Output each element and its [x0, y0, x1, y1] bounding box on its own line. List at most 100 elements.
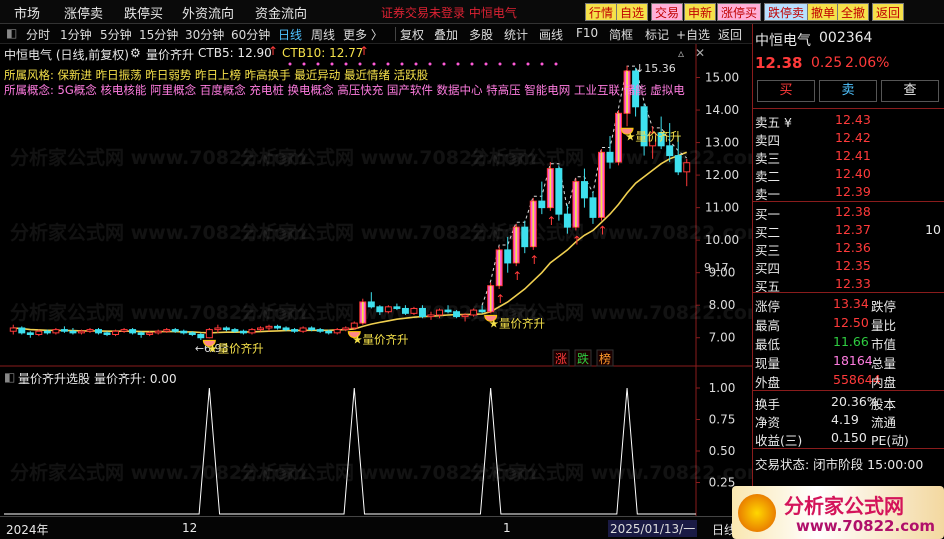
divider	[753, 448, 944, 449]
candle-body	[444, 309, 452, 313]
limit-tag-label: 榜	[599, 351, 611, 366]
add-favorite-button[interactable]: +自选	[676, 26, 710, 43]
candle-body	[43, 330, 51, 334]
candle-body	[35, 330, 43, 335]
bid-row[interactable]: 买五 12.33	[753, 276, 944, 294]
bid-label: 买三	[755, 243, 781, 258]
price-tick-label: 15.00	[705, 71, 739, 85]
stat-value: 18164	[833, 353, 873, 368]
candle-body	[333, 329, 341, 334]
candle-body	[197, 333, 205, 339]
tool-simple[interactable]: 简框	[609, 26, 633, 43]
bid-row[interactable]: 买二 12.37 10	[753, 222, 944, 240]
tool-multi[interactable]: 多股	[469, 26, 493, 43]
period-daily[interactable]: 日线	[278, 26, 302, 43]
period-more[interactable]: 更多 〉	[343, 26, 383, 43]
indicator-name[interactable]: 量价齐升	[146, 46, 194, 63]
sell-button[interactable]: 卖	[819, 80, 877, 102]
period-15min[interactable]: 15分钟	[139, 26, 178, 43]
ask-row[interactable]: 卖二 12.40	[753, 166, 944, 184]
menu-limit-down-buy[interactable]: 跌停买	[124, 3, 163, 22]
collapse-icon[interactable]: ◧	[4, 370, 15, 384]
ask-row[interactable]: 卖五 ¥ 12.43	[753, 112, 944, 130]
kline-chart-area[interactable]: 15.00 14.00 13.00 12.00 11.00 10.00 9.00 8.00 7.…	[0, 44, 767, 516]
tool-adjust[interactable]: 复权	[400, 26, 424, 43]
bid-price: 12.37	[835, 222, 871, 237]
price-tick-label: 11.00	[705, 201, 739, 215]
quick-button-6[interactable]: 撤单	[807, 3, 840, 21]
stat-row: 收益(三) 0.150 PE(动)	[753, 430, 944, 448]
ask-row[interactable]: 卖三 12.41	[753, 148, 944, 166]
ask-price: 12.43	[835, 112, 871, 127]
ask-price: 12.42	[835, 130, 871, 145]
candle-body	[427, 314, 435, 318]
signal-dot	[498, 62, 502, 66]
query-button[interactable]: 查	[881, 80, 939, 102]
tool-f10[interactable]: F10	[576, 26, 598, 40]
collapse-icon[interactable]: ◧	[6, 26, 17, 40]
bid-label: 买二	[755, 225, 781, 240]
signal-dot	[344, 62, 348, 66]
candle-body	[103, 332, 111, 335]
tool-mark[interactable]: 标记	[645, 26, 669, 43]
price-tick-label: 12.00	[705, 168, 739, 182]
back-button[interactable]: 返回	[718, 26, 742, 43]
bid-row[interactable]: 买一 12.38	[753, 204, 944, 222]
quick-button-8[interactable]: 返回	[872, 3, 905, 21]
bid-label: 买四	[755, 261, 781, 276]
sub-indicator-name[interactable]: 量价齐升选股	[18, 370, 90, 387]
stat-key-2: PE(动)	[871, 433, 909, 448]
menu-limit-up-sell[interactable]: 涨停卖	[64, 3, 103, 22]
quick-button-5[interactable]: 跌停卖	[764, 3, 809, 21]
quick-button-2[interactable]: 交易	[651, 3, 684, 21]
ask-row[interactable]: 卖一 12.39	[753, 184, 944, 202]
quick-button-3[interactable]: 申新	[684, 3, 717, 21]
candle-body	[154, 330, 162, 334]
candle-body	[129, 329, 137, 334]
menu-capital-flow[interactable]: 资金流向	[255, 3, 307, 22]
candle-body	[521, 226, 529, 248]
bid-price: 12.38	[835, 204, 871, 219]
tool-draw[interactable]: 画线	[539, 26, 563, 43]
candle-body	[606, 151, 614, 163]
quick-button-4[interactable]: 涨停买	[717, 3, 762, 21]
kline-chart-svg[interactable]: 15.0014.0013.0012.0011.0010.009.008.007.…	[0, 44, 767, 516]
bid-row[interactable]: 买三 12.36	[753, 240, 944, 258]
candle-body	[384, 306, 392, 313]
candle-body	[248, 329, 256, 334]
tool-overlay[interactable]: 叠加	[434, 26, 458, 43]
signal-dot	[316, 62, 320, 66]
candle-body	[461, 314, 469, 318]
signal-dot	[470, 62, 474, 66]
menu-market[interactable]: 市场	[14, 3, 40, 22]
candle-body	[504, 249, 512, 264]
ask-row[interactable]: 卖四 12.42	[753, 130, 944, 148]
period-60min[interactable]: 60分钟	[231, 26, 270, 43]
quick-button-7[interactable]: 全撤	[837, 3, 870, 21]
period-weekly[interactable]: 周线	[311, 26, 335, 43]
last-price: 12.38	[755, 54, 803, 72]
candle-body	[376, 306, 384, 313]
period-5min[interactable]: 5分钟	[100, 26, 132, 43]
stat-value: 13.34	[833, 296, 869, 311]
stat-value: 0.150	[831, 430, 867, 445]
period-30min[interactable]: 30分钟	[185, 26, 224, 43]
buy-button[interactable]: 买	[757, 80, 815, 102]
candle-body	[265, 325, 273, 329]
quick-button-1[interactable]: 自选	[616, 3, 649, 21]
stat-key-2: 市值	[871, 337, 897, 352]
stat-key: 收益(三)	[755, 433, 803, 448]
close-icon[interactable]: ✕	[695, 46, 705, 60]
tool-stats[interactable]: 统计	[504, 26, 528, 43]
menu-foreign-flow[interactable]: 外资流向	[182, 3, 234, 22]
period-1min[interactable]: 1分钟	[60, 26, 92, 43]
expand-icon[interactable]: ▵	[678, 46, 684, 60]
period-intraday[interactable]: 分时	[26, 26, 50, 43]
ask-label: 卖五 ¥	[755, 115, 792, 130]
candle-body	[239, 330, 247, 334]
quick-button-0[interactable]: 行情	[585, 3, 618, 21]
gear-icon[interactable]: ⚙	[130, 46, 141, 60]
buy-arrow-icon: ↑	[572, 233, 582, 247]
bid-row[interactable]: 买四 12.35	[753, 258, 944, 276]
cursor-date: 2025/01/13/一	[608, 520, 698, 537]
